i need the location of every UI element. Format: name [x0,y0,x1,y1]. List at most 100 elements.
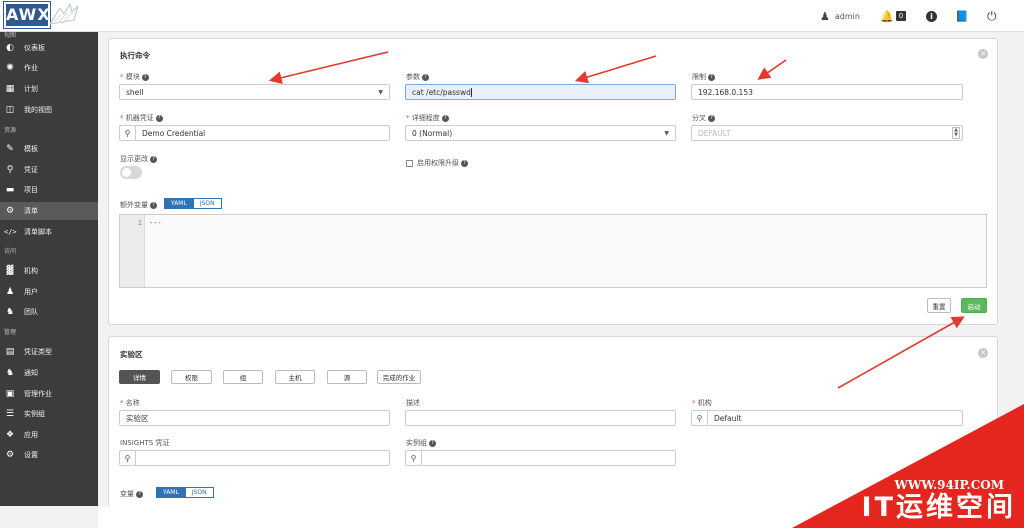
help-icon[interactable]: ? [708,114,715,122]
limit-label: 限制? [692,72,715,82]
spinner-icon: ✺ [6,63,14,73]
sidebar-item-organizations[interactable]: ▓ 机构 [0,262,98,280]
sidebar-item-label: 实例组 [24,410,45,418]
users-icon: ♞ [5,307,15,317]
tab-permissions[interactable]: 权限 [171,370,212,384]
search-icon[interactable]: ⚲ [406,451,422,465]
sidebar-item-credentials[interactable]: ⚲ 凭证 [0,161,98,179]
tab-details[interactable]: 详情 [119,370,160,384]
power-icon: ⏻ [987,8,997,23]
forks-input[interactable]: DEFAULT ▲ ▼ [691,125,963,141]
insights-lookup[interactable]: ⚲ [119,450,390,466]
search-icon[interactable]: ⚲ [120,451,136,465]
sidebar-item-jobs[interactable]: ✺ 作业 [0,59,98,77]
logout-button[interactable]: ⏻ [987,8,997,24]
help-icon[interactable]: ? [141,73,149,81]
about-button[interactable]: i [926,8,937,24]
credential-lookup[interactable]: ⚲ Demo Credential [119,125,390,141]
cog-icon: ⚙ [5,450,15,460]
sidebar-item-label: 清单脚本 [24,228,52,236]
help-icon[interactable]: ? [155,114,163,122]
close-icon[interactable]: ✕ [978,348,988,358]
search-icon[interactable]: ⚲ [120,126,136,140]
help-icon[interactable]: ? [429,439,436,447]
notifications-button[interactable]: 🔔 0 [880,8,907,24]
sidebar-item-settings[interactable]: ⚙ 设置 [0,446,98,464]
sidebar-item-users[interactable]: ♟ 用户 [0,283,98,301]
dashboard-icon: ◐ [6,43,14,53]
launch-button[interactable]: 启动 [961,298,987,313]
sidebar-item-label: 仪表板 [24,44,45,52]
extra-vars-editor[interactable]: 1 --- [119,214,987,288]
calendar-icon: ▦ [5,84,15,94]
sidebar-item-my-view[interactable]: ◫ 我的视图 [0,101,98,119]
tab-completed-jobs[interactable]: 完成的作业 [377,370,421,384]
watermark-name: IT运维空间 [861,492,1016,523]
tab-sources[interactable]: 源 [327,370,367,384]
description-label: 描述 [406,399,420,407]
sidebar-item-label: 用户 [24,288,38,296]
cubes-icon: ❖ [5,430,15,440]
wing-icon [50,4,78,25]
sidebar-item-label: 管理作业 [24,390,52,398]
sidebar-item-management-jobs[interactable]: ▣ 管理作业 [0,385,98,403]
name-input[interactable]: 实验区 [119,410,390,426]
sidebar-item-instance-groups[interactable]: ☰ 实例组 [0,405,98,423]
user-menu[interactable]: ♟ admin [820,8,860,24]
help-icon[interactable]: ? [422,73,429,81]
building-icon: ▓ [6,266,14,276]
args-label: 参数? [406,72,429,82]
sidebar-item-templates[interactable]: ✎ 模板 [0,140,98,158]
help-icon[interactable]: ? [136,490,143,498]
spinner-arrows-icon[interactable]: ▲ ▼ [952,127,960,139]
name-label: * 名称 [120,399,140,407]
sidebar-item-label: 机构 [24,267,38,275]
help-icon[interactable]: ? [461,159,468,167]
sidebar-item-dashboard[interactable]: ◐ 仪表板 [0,39,98,57]
search-icon[interactable]: ⚲ [692,411,708,425]
tab-groups[interactable]: 组 [223,370,263,384]
sidebar-item-inventory-scripts[interactable]: </> 清单脚本 [0,223,98,241]
yaml-button[interactable]: YAML [156,487,186,498]
yaml-button[interactable]: YAML [164,198,194,209]
sidebar-item-label: 清单 [24,207,38,215]
sidebar-item-teams[interactable]: ♞ 团队 [0,303,98,321]
help-icon[interactable]: ? [150,201,157,209]
sidebar-item-applications[interactable]: ❖ 应用 [0,426,98,444]
line-number: 1 [137,219,142,227]
module-select[interactable]: shell ▼ [119,84,390,100]
args-input[interactable]: cat /etc/passwd [405,84,676,100]
help-icon[interactable]: ? [441,114,449,122]
json-button[interactable]: JSON [185,487,214,498]
sidebar-item-label: 通知 [24,369,38,377]
username: admin [834,11,860,21]
tab-hosts[interactable]: 主机 [275,370,315,384]
sidebar-item-inventories[interactable]: ⚙ 清单 [0,202,98,220]
awx-logo[interactable]: AWX [3,1,78,30]
privilege-escalation-checkbox[interactable] [406,160,413,167]
sidebar-item-schedules[interactable]: ▦ 计划 [0,80,98,98]
help-icon[interactable]: ? [708,73,715,81]
sidebar-item-notifications[interactable]: ♞ 通知 [0,364,98,382]
sidebar-item-label: 项目 [24,186,38,194]
sidebar-item-label: 我的视图 [24,106,52,114]
help-icon[interactable]: ? [150,155,157,163]
limit-input[interactable]: 192.168.0.153 [691,84,963,100]
user-icon: ♟ [5,287,15,297]
description-input[interactable] [405,410,676,426]
verbosity-select[interactable]: 0 (Normal) ▼ [405,125,676,141]
key-icon: ⚲ [6,165,14,175]
close-icon[interactable]: ✕ [978,49,988,59]
instance-groups-lookup[interactable]: ⚲ [405,450,676,466]
json-button[interactable]: JSON [193,198,222,209]
sidebar-item-projects[interactable]: ▬ 项目 [0,181,98,199]
logo-text: AWX [3,1,51,29]
reset-button[interactable]: 重置 [927,298,951,313]
show-changes-toggle[interactable] [120,166,142,179]
sidebar-item-credential-types[interactable]: ▤ 凭证类型 [0,343,98,361]
docs-button[interactable]: 📘 [955,8,969,24]
code-icon: </> [4,228,17,236]
columns-icon: ◫ [5,105,15,115]
show-changes-label: 显示更改? [120,154,157,164]
list-icon: ▤ [5,347,15,357]
